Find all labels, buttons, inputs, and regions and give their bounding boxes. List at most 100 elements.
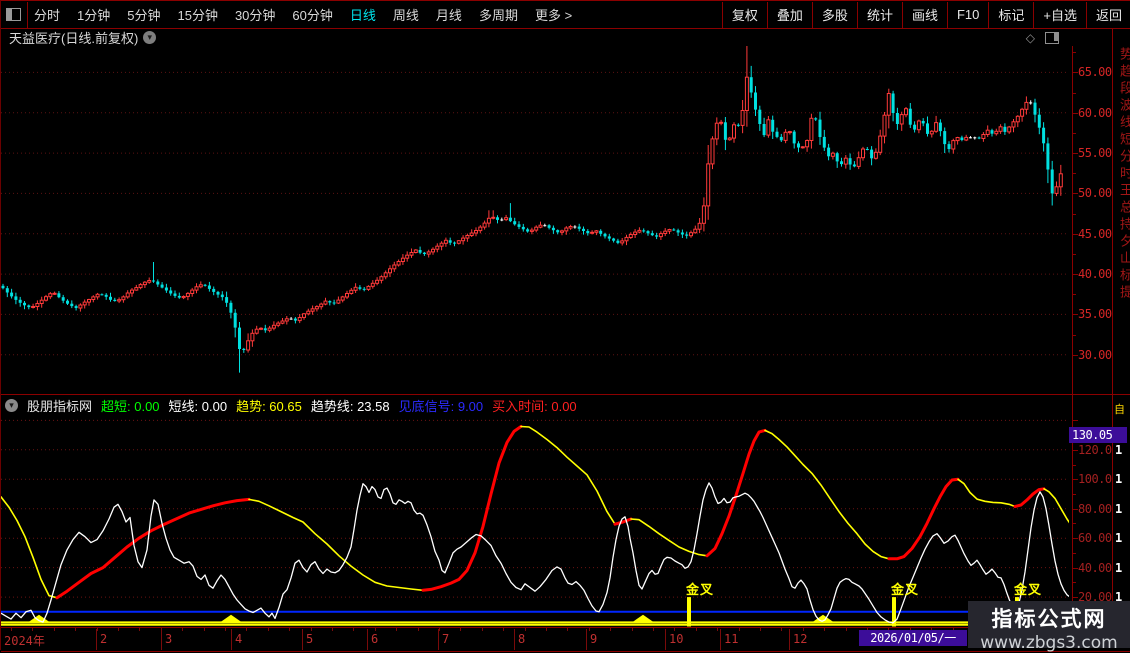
- price-axis-tick: [1073, 72, 1078, 73]
- watermark-url: www.zbgs3.com: [980, 633, 1118, 653]
- time-axis-tick: [161, 628, 162, 631]
- period-tab-日线[interactable]: 日线: [350, 5, 376, 24]
- month-separator: [514, 629, 515, 650]
- clipped-digit: 1: [1115, 501, 1123, 516]
- price-axis-label: 65.00: [1078, 65, 1112, 79]
- indicator-current-value-tag: 130.05: [1069, 427, 1127, 443]
- time-axis-tick: [396, 628, 397, 631]
- clipped-yellow-glyph: 自: [1114, 404, 1125, 416]
- tool-button-+自选[interactable]: +自选: [1034, 5, 1086, 24]
- indicator-axis-label: 100.0: [1078, 472, 1112, 486]
- time-axis-tick: [610, 628, 611, 631]
- tool-button-返回[interactable]: 返回: [1087, 5, 1130, 24]
- time-axis-tick: [439, 628, 440, 631]
- axis-border: [1072, 46, 1073, 650]
- time-axis-tick: [760, 628, 761, 631]
- indicator-axis-tick: [1073, 568, 1078, 569]
- tool-button-统计[interactable]: 统计: [858, 5, 902, 24]
- period-tab-1分钟[interactable]: 1分钟: [77, 5, 110, 24]
- split-pane-icon[interactable]: [1045, 31, 1059, 44]
- price-axis-label: 45.00: [1078, 227, 1112, 241]
- month-label-2: 2: [100, 632, 108, 646]
- month-separator: [789, 629, 790, 650]
- month-separator: [665, 629, 666, 650]
- chart-title: 天益医疗(日线.前复权): [9, 31, 139, 46]
- month-label-4: 4: [235, 632, 243, 646]
- period-tab-60分钟[interactable]: 60分钟: [292, 5, 332, 24]
- time-axis-tick: [460, 628, 461, 631]
- clipped-digit: 1: [1115, 531, 1123, 546]
- price-axis-label: 60.00: [1078, 106, 1112, 120]
- chevron-down-icon[interactable]: ▾: [143, 31, 157, 44]
- indicator-axis-label: 80.00: [1078, 502, 1112, 516]
- golden-cross-label: 金叉: [891, 582, 920, 597]
- toolbar-tools: 复权 叠加 多股 统计 画线 F10 标记 +自选 返回: [721, 1, 1130, 28]
- time-axis-tick: [525, 628, 526, 631]
- time-axis-tick: [503, 628, 504, 631]
- tool-button-标记[interactable]: 标记: [989, 5, 1033, 24]
- time-axis-tick: [204, 628, 205, 631]
- price-axis-tick: [1073, 93, 1076, 94]
- month-label-9: 9: [590, 632, 598, 646]
- cursor-date-tag: 2026/01/05/一: [859, 630, 967, 646]
- collapse-chevron-icon[interactable]: ▾: [5, 398, 18, 412]
- period-tab-周线[interactable]: 周线: [393, 5, 419, 24]
- tool-button-复权[interactable]: 复权: [723, 5, 767, 24]
- month-label-7: 7: [442, 632, 450, 646]
- price-axis-tick: [1073, 173, 1076, 174]
- month-label-5: 5: [306, 632, 314, 646]
- time-axis-tick: [118, 628, 119, 631]
- indicator-field-趋势: 趋势: 60.65: [236, 398, 302, 414]
- period-tab-分时[interactable]: 分时: [34, 5, 60, 24]
- indicator-axis-label: 40.00: [1078, 561, 1112, 575]
- watermark: 指标公式网 www.zbgs3.com: [968, 601, 1130, 653]
- time-axis-tick: [182, 628, 183, 631]
- time-axis-tick: [289, 628, 290, 631]
- month-label-3: 3: [165, 632, 173, 646]
- period-tab-15分钟[interactable]: 15分钟: [177, 5, 217, 24]
- month-separator: [96, 629, 97, 650]
- month-separator: [231, 629, 232, 650]
- period-tab-5分钟[interactable]: 5分钟: [127, 5, 160, 24]
- period-tab-30分钟[interactable]: 30分钟: [235, 5, 275, 24]
- time-axis-tick: [482, 628, 483, 631]
- price-axis-tick: [1073, 193, 1078, 194]
- tool-button-多股[interactable]: 多股: [813, 5, 857, 24]
- indicator-axis-tick: [1073, 450, 1078, 451]
- time-axis-tick: [332, 628, 333, 631]
- time-axis-tick: [75, 628, 76, 631]
- price-axis-tick: [1073, 234, 1078, 235]
- tool-button-画线[interactable]: 画线: [903, 5, 947, 24]
- tool-button-叠加[interactable]: 叠加: [768, 5, 812, 24]
- time-axis-tick: [546, 628, 547, 631]
- time-axis-tick: [311, 628, 312, 631]
- candlestick-chart[interactable]: [1, 46, 1069, 394]
- time-axis-tick: [739, 628, 740, 631]
- panel-divider: [1, 394, 1130, 395]
- tool-button-F10[interactable]: F10: [948, 7, 988, 22]
- period-tab-多周期[interactable]: 多周期: [479, 5, 518, 24]
- month-separator: [302, 629, 303, 650]
- app-window: 分时 1分钟 5分钟 15分钟 30分钟 60分钟 日线 周线 月线 多周期 更多 > 复权 叠加 多股…: [0, 0, 1130, 653]
- time-axis-tick: [567, 628, 568, 631]
- time-axis-tick: [696, 628, 697, 631]
- period-tab-更多 >[interactable]: 更多 >: [535, 5, 572, 24]
- indicator-field-趋势线: 趋势线: 23.58: [310, 398, 390, 414]
- window-split-icon[interactable]: [6, 8, 21, 21]
- price-axis-label: 50.00: [1078, 186, 1112, 200]
- month-separator: [586, 629, 587, 650]
- time-axis-tick: [653, 628, 654, 631]
- indicator-name[interactable]: 股朋指标网: [27, 396, 92, 415]
- time-axis-tick: [11, 628, 12, 631]
- time-axis-tick: [717, 628, 718, 631]
- indicator-field-见底信号: 见底信号: 9.00: [398, 398, 484, 414]
- diamond-icon[interactable]: ◇: [1026, 31, 1035, 45]
- price-axis-label: 40.00: [1078, 267, 1112, 281]
- toolbar-divider: [27, 1, 28, 28]
- time-axis-tick: [632, 628, 633, 631]
- clipped-digit: 1: [1115, 560, 1123, 575]
- period-tab-月线[interactable]: 月线: [436, 5, 462, 24]
- indicator-field-超短: 超短: 0.00: [101, 398, 160, 414]
- golden-cross-label: 金叉: [1014, 582, 1043, 597]
- clipped-digit: 1: [1115, 472, 1123, 487]
